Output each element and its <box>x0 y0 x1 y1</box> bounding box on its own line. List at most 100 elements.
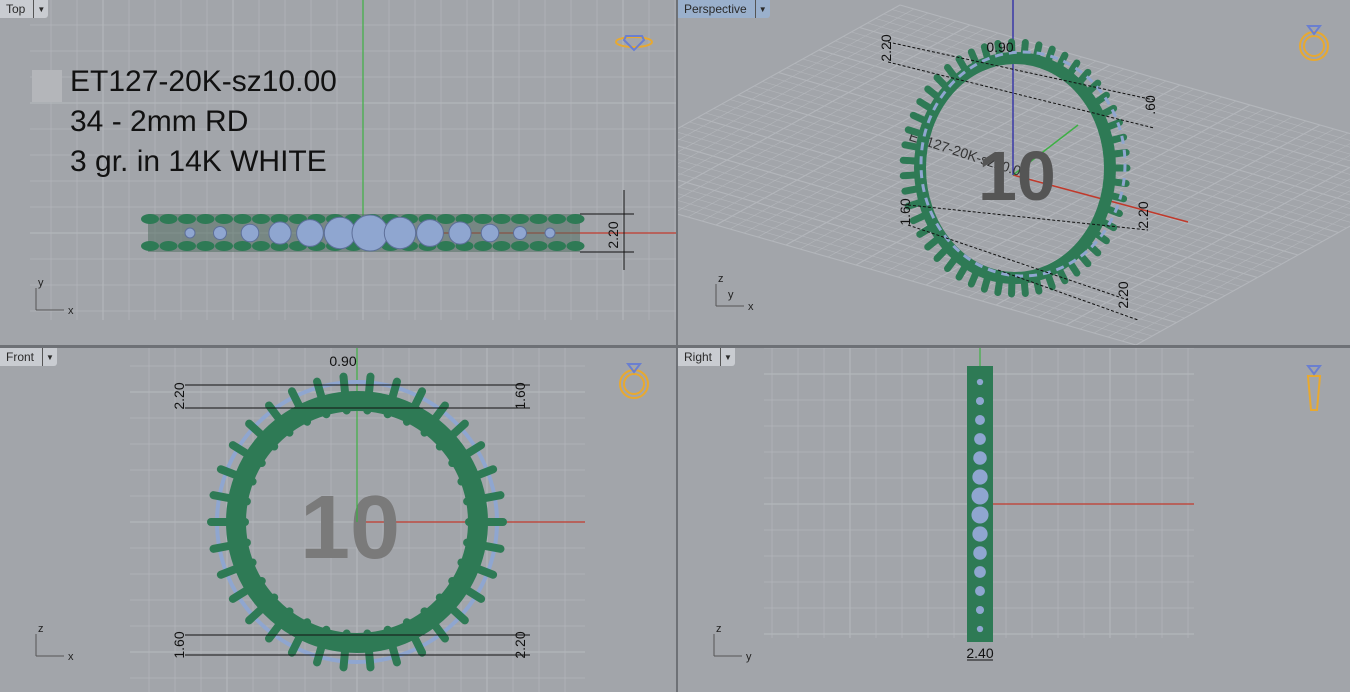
prong <box>566 241 585 251</box>
dimension-label: 2.20 <box>878 34 894 61</box>
stone <box>975 415 985 425</box>
prong <box>196 241 215 251</box>
prong <box>159 241 178 251</box>
perspective-canvas[interactable]: ET127-20K-sz10.00100.902.20.601.60 2.202.… <box>678 0 1350 345</box>
dimension-label: 1.60 <box>171 631 187 658</box>
prong <box>178 214 196 224</box>
annotation-note: ET127-20K-sz10.00 34 - 2mm RD 3 gr. in 1… <box>70 62 337 182</box>
stone <box>972 469 988 485</box>
prong <box>511 214 529 224</box>
viewport-title: Right <box>684 350 713 364</box>
stone <box>973 451 987 465</box>
prong <box>437 214 455 224</box>
stone <box>976 625 984 633</box>
note-line: 34 - 2mm RD <box>70 105 249 138</box>
ring-perspective-icon <box>1299 25 1329 61</box>
stone <box>974 566 986 578</box>
stone <box>975 605 985 615</box>
axis-label: y <box>38 277 44 289</box>
prong <box>141 241 159 251</box>
dimension-label: 0.90 <box>329 353 356 369</box>
axis-label: z <box>718 273 724 285</box>
prong <box>548 241 566 251</box>
prong <box>492 241 511 251</box>
stone <box>213 226 227 240</box>
stone <box>976 378 984 386</box>
dimension-label: .60 <box>1142 95 1158 115</box>
prong <box>159 214 178 224</box>
stone <box>184 227 196 239</box>
prong <box>474 214 492 224</box>
dimension-label: 1.60 <box>897 198 913 225</box>
prong <box>196 214 215 224</box>
prong <box>233 214 252 224</box>
viewport-title: Front <box>6 350 35 364</box>
stone <box>480 223 500 243</box>
front-canvas[interactable]: 10 0.90 2.20 1.60 1.60 2.20 z x <box>0 348 676 692</box>
viewport-perspective[interactable]: ET127-20K-sz10.00 10 0.90 2.20.60 1.60 2.20 2.… <box>678 0 1350 345</box>
viewport-title: Perspective <box>684 2 747 16</box>
viewport-tab-top[interactable]: Top ▼ <box>0 0 49 18</box>
dimension-label: 2.20 <box>512 631 528 658</box>
prong <box>529 241 548 251</box>
grid-line <box>678 28 985 200</box>
prong <box>548 214 566 224</box>
stone <box>972 526 988 542</box>
viewport-top[interactable]: 2.20 y x Top ▼ ET127-20K-sz10.00 34 - 2mm R… <box>0 0 676 345</box>
stone <box>544 227 556 239</box>
stone <box>975 586 985 596</box>
stone <box>513 226 527 240</box>
stone <box>383 216 417 250</box>
prong <box>566 214 585 224</box>
viewport-menu-icon[interactable]: ▼ <box>754 0 770 18</box>
stone <box>448 221 472 245</box>
dimension-label: 2.20 <box>171 382 187 409</box>
stone <box>416 219 444 247</box>
axis-label: y <box>746 651 752 663</box>
viewport-front[interactable]: 10 0.90 2.20 1.60 1.60 2.20 z x Front ▼ <box>0 348 676 692</box>
stone <box>323 216 357 250</box>
viewport-right[interactable]: 2.40 z y Right ▼ <box>678 348 1350 692</box>
note-line: 3 gr. in 14K WHITE <box>70 145 327 178</box>
prong <box>215 214 233 224</box>
note-line: ET127-20K-sz10.00 <box>70 65 337 98</box>
prong <box>474 241 492 251</box>
prong <box>492 214 511 224</box>
prong <box>215 241 233 251</box>
dimension-label: 0.90 <box>986 39 1013 55</box>
prong <box>252 241 270 251</box>
right-canvas[interactable]: 2.40 z y <box>678 348 1350 692</box>
axis-label: x <box>68 305 74 317</box>
viewport-menu-icon[interactable]: ▼ <box>42 348 57 366</box>
axis-label: z <box>716 623 722 635</box>
stone <box>351 214 389 252</box>
viewport-menu-icon[interactable]: ▼ <box>720 348 735 366</box>
stone <box>296 219 324 247</box>
dimension-label: 2.20 <box>1115 281 1131 308</box>
dimension-label: 2.40 <box>966 645 993 661</box>
stone <box>971 487 989 505</box>
stone <box>971 506 989 524</box>
ring-size-text: 10 <box>300 478 400 578</box>
prong <box>252 214 270 224</box>
dimension-label: 1.60 <box>512 382 528 409</box>
prong <box>511 241 529 251</box>
ring-top-icon <box>615 35 653 52</box>
stone <box>973 546 987 560</box>
axis-label: x <box>748 301 754 313</box>
prong <box>529 214 548 224</box>
viewport-tab-front[interactable]: Front ▼ <box>0 348 58 366</box>
viewport-tab-perspective[interactable]: Perspective ▼ <box>678 0 770 18</box>
axis-label: z <box>38 623 44 635</box>
prong <box>141 214 159 224</box>
axis-label: y <box>728 289 734 301</box>
viewport-menu-icon[interactable]: ▼ <box>33 0 48 18</box>
viewport-title: Top <box>6 2 26 16</box>
note-swatch <box>32 70 62 102</box>
ring-right-icon <box>1306 365 1322 411</box>
ring-size-text: 10 <box>978 137 1056 215</box>
grid-line <box>678 4 901 129</box>
dimension-label: 2.20 <box>1135 201 1151 228</box>
viewport-tab-right[interactable]: Right ▼ <box>678 348 736 366</box>
axis-label: x <box>68 651 74 663</box>
